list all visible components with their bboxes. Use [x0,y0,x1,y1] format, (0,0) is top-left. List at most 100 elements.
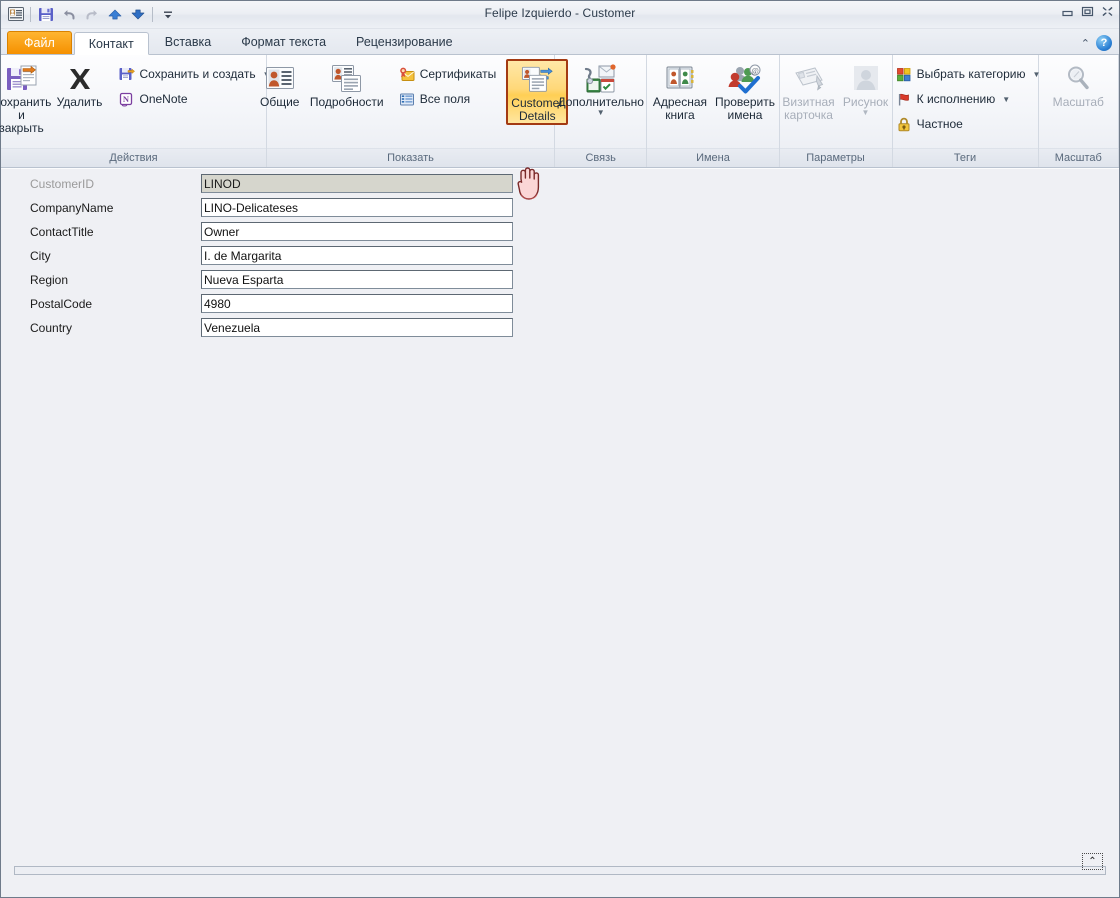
ribbon-group-communicate-label: Связь [555,148,647,167]
general-button[interactable]: Общие [253,59,307,110]
field-input-customerid[interactable] [201,174,513,193]
field-label-companyname: CompanyName [30,200,114,215]
save-and-close-label-line1: Сохранить [0,95,52,109]
field-input-region[interactable] [201,270,513,289]
form-row: Country [1,318,513,337]
customer-details-icon [521,63,554,95]
field-input-country[interactable] [201,318,513,337]
all-fields-button[interactable]: Все поля [393,87,503,111]
svg-text:N: N [122,94,129,104]
chevron-down-icon[interactable]: ▼ [1002,95,1010,104]
all-fields-icon [399,91,415,107]
certificates-button[interactable]: Сертификаты [393,62,503,86]
tab-format-text[interactable]: Формат текста [227,31,340,54]
field-input-companyname[interactable] [201,198,513,217]
tab-review[interactable]: Рецензирование [342,31,467,54]
ribbon-group-names-body: Адресная книга @ Проверить имена [648,55,778,148]
more-communicate-icon [584,62,618,94]
details-button[interactable]: Подробности [307,59,387,110]
restore-button[interactable] [1080,5,1095,18]
ribbon-tab-actions: ⌃ ? [1081,35,1119,54]
save-and-close-button[interactable]: Сохранить и закрыть [0,59,53,136]
all-fields-label: Все поля [419,92,471,106]
tab-file[interactable]: Файл [7,31,72,54]
ribbon-group-names: Адресная книга @ Проверить имена Имена [647,55,780,167]
customer-details-form: CustomerID CompanyName ContactTitle City… [1,168,1119,897]
svg-text:@: @ [751,67,758,76]
general-label: Общие [259,95,300,109]
zoom-label: Масштаб [1052,95,1104,109]
zoom-magnifier-icon [1062,62,1094,94]
ribbon-group-names-label: Имена [647,148,779,167]
details-label: Подробности [309,95,384,109]
zoom-button[interactable]: Масштаб [1047,59,1109,110]
field-input-city[interactable] [201,246,513,265]
close-button[interactable] [1100,5,1115,18]
minimize-button[interactable] [1060,5,1075,18]
onenote-icon: N [119,91,135,107]
title-bar: Felipe Izquierdo - Customer [1,1,1119,29]
ribbon-group-tags-body: Выбрать категорию ▼ К исполнению ▼ Частн… [884,55,1047,148]
tab-insert[interactable]: Вставка [151,31,225,54]
follow-up-button[interactable]: К исполнению ▼ [890,87,1047,111]
address-book-icon [664,62,696,94]
certificates-icon [399,66,415,82]
check-names-label-line2: имена [727,108,763,122]
ribbon-group-options: Визитная карточка Рисунок ▼ Параметры [779,55,893,167]
ribbon-group-actions: Сохранить и закрыть Удалить [0,55,271,167]
delete-x-icon [64,62,96,94]
certificates-label: Сертификаты [419,67,497,81]
form-row: CustomerID [1,174,513,193]
chevron-down-icon[interactable]: ▼ [597,109,605,117]
tab-contact[interactable]: Контакт [73,32,149,55]
field-label-country: Country [30,320,73,335]
business-card-button[interactable]: Визитная карточка [779,59,839,123]
ribbon-group-show-body: Общие Подробности Сертификаты Все поля C… [253,55,569,148]
chevron-down-icon[interactable]: ▼ [862,109,870,117]
ribbon-group-zoom-label: Масштаб [1038,148,1118,167]
save-and-close-label-line2: и закрыть [0,108,44,135]
private-button[interactable]: Частное [890,112,1047,136]
contact-window: Felipe Izquierdo - Customer Файл Контакт… [0,0,1120,898]
ribbon-group-tags-label: Теги [892,148,1038,167]
ribbon-group-tags: Выбрать категорию ▼ К исполнению ▼ Частн… [892,55,1040,167]
ribbon-group-actions-label: Действия [1,148,266,167]
window-controls [1060,5,1115,18]
form-row: Region [1,270,513,289]
ribbon-group-actions-body: Сохранить и закрыть Удалить [0,55,277,148]
form-row: PostalCode [1,294,513,313]
help-icon[interactable]: ? [1096,35,1112,51]
ribbon: Сохранить и закрыть Удалить [0,55,1119,200]
categorize-label: Выбрать категорию [916,67,1026,81]
address-book-button[interactable]: Адресная книга [648,59,712,123]
form-bottom-panel [14,866,1106,875]
form-row: CompanyName [1,198,513,217]
ribbon-group-show: Общие Подробности Сертификаты Все поля C… [260,55,569,167]
more-communicate-button[interactable]: Дополнительно ▼ [556,59,646,117]
onenote-label: OneNote [139,92,188,106]
check-names-button[interactable]: @ Проверить имена [712,59,778,123]
show-small-buttons: Сертификаты Все поля [393,59,503,111]
field-label-region: Region [30,272,69,287]
ribbon-group-options-label: Параметры [779,148,892,167]
form-row: ContactTitle [1,222,513,241]
ribbon-group-show-label: Показать [267,148,554,167]
delete-button[interactable]: Удалить [53,59,107,110]
field-label-customerid: CustomerID [30,176,95,191]
field-input-contacttitle[interactable] [201,222,513,241]
scroll-up-button[interactable]: ⌃ [1082,853,1103,870]
delete-label: Удалить [56,95,103,109]
collapse-ribbon-icon[interactable]: ⌃ [1081,37,1090,50]
categorize-button[interactable]: Выбрать категорию ▼ [890,62,1047,86]
categorize-icon [896,66,912,82]
customer-details-label-line2: Details [518,109,556,123]
ribbon-group-communicate: Дополнительно ▼ Связь [555,55,648,167]
field-input-postalcode[interactable] [201,294,513,313]
business-card-label-line2: карточка [784,108,833,122]
private-label: Частное [916,117,963,131]
ribbon-group-options-body: Визитная карточка Рисунок ▼ [779,55,893,148]
check-names-icon: @ [728,62,762,94]
ribbon-group-zoom: Масштаб Масштаб [1038,55,1119,167]
address-book-label-line2: книга [665,108,695,122]
business-card-icon [793,62,825,94]
